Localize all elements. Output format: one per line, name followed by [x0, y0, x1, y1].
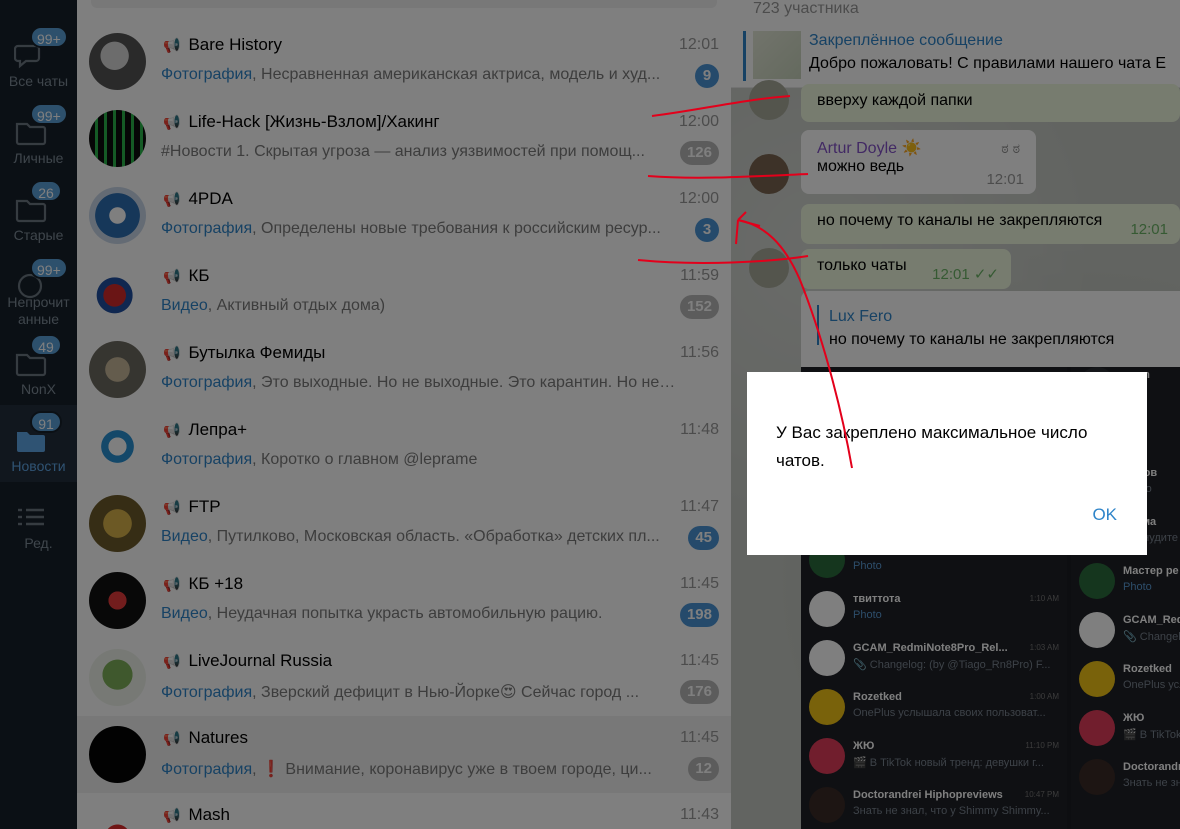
- alert-dialog: У Вас закреплено максимальное число чато…: [747, 372, 1147, 555]
- dialog-text: У Вас закреплено максимальное число чато…: [776, 423, 1088, 470]
- ok-button[interactable]: OK: [1092, 505, 1117, 525]
